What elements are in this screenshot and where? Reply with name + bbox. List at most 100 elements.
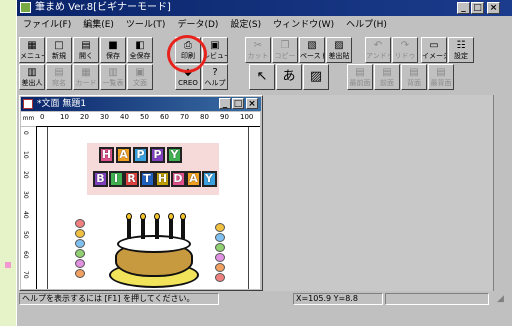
toolbar-button-label: リドゥ [394, 52, 416, 60]
candle-flame [168, 213, 174, 220]
toolbar-button-label: 差出人 [21, 79, 43, 87]
toolbar-button-label: 差出貼 [328, 52, 350, 60]
toolbar-button[interactable]: ▤ 最背面 [428, 64, 454, 90]
card-letter: Y [167, 147, 182, 163]
card2-icon: ▦ [81, 67, 91, 78]
toolbar-button[interactable]: ▦ カード [73, 64, 99, 90]
maximize-button[interactable]: □ [471, 2, 484, 14]
toolbar-button[interactable]: ↷ リドゥ [392, 37, 418, 63]
bead [215, 273, 225, 282]
backward-icon: ▤ [409, 67, 419, 78]
menu-item[interactable]: 編集(E) [77, 17, 120, 33]
toolbar-button-label: イメージ [422, 52, 446, 60]
toolbar-button[interactable]: ▤ 宛名 [46, 64, 72, 90]
bead [215, 243, 225, 252]
ruler-tick-label: 40 [120, 113, 129, 121]
toolbar-button[interactable]: ◧ 全保存 [127, 37, 153, 63]
menu-item[interactable]: ツール(T) [120, 17, 172, 33]
toolbar-button[interactable]: ☷ 設定 [448, 37, 474, 63]
toolbar-button[interactable]: あ [276, 64, 302, 90]
ruler-tick-label: 40 [22, 211, 29, 219]
save-all-icon: ◧ [135, 40, 145, 51]
toolbar-button[interactable]: ▤ 前面 [374, 64, 400, 90]
card-icon: ▤ [54, 67, 64, 78]
settings-icon: ☷ [456, 40, 466, 51]
back-icon: ▤ [436, 67, 446, 78]
card-letter: B [93, 171, 108, 187]
doc-close-button[interactable]: × [246, 98, 258, 109]
card-letter: D [170, 171, 186, 187]
secondary-toolbar: ▥ 差出人 ▤ 宛名 ▦ カード ▥ 一覧表 ▣ 文面 ◆ CREO? ヘルプ ↖ あ ▨ ▤ 最前面 ▤ 前面 ▤ 背面… [17, 64, 512, 90]
toolbar-button-label: ヘルプ [204, 79, 226, 87]
bead-string-left [75, 219, 85, 279]
toolbar-button[interactable]: ■ 保存 [100, 37, 126, 63]
document-window[interactable]: *文面 無題1 _ □ × mm 0 10 20 30 40 50 60 70 80 90 100 … [19, 95, 263, 299]
desktop-marker [5, 262, 11, 268]
toolbar-button[interactable]: ▤ 背面 [401, 64, 427, 90]
bead [215, 263, 225, 272]
card-letter: P [150, 147, 165, 163]
menu-icon: ▦ [27, 40, 37, 51]
close-button[interactable]: × [487, 2, 500, 14]
toolbar-button[interactable]: ▦メニュー [19, 37, 45, 63]
toolbar-button[interactable]: ▣ 文面 [127, 64, 153, 90]
bead [215, 253, 225, 262]
toolbar-button-label: CREO [178, 79, 198, 87]
toolbar-button[interactable]: ↖ [249, 64, 275, 90]
ruler-tick-label: 90 [220, 113, 229, 121]
picture-tool-icon: ▨ [309, 69, 323, 84]
toolbar-button[interactable]: ↶アンドゥ [365, 37, 391, 63]
toolbar-button-label: 前面 [380, 79, 394, 87]
menu-item[interactable]: ファイル(F) [17, 17, 77, 33]
bead [75, 239, 85, 248]
toolbar-button[interactable]: ▨ [303, 64, 329, 90]
resize-grip-icon[interactable]: ◢ [497, 293, 509, 305]
main-toolbar: ▦メニュー□新規▤開く■保存◧全保存⎙印刷▣レビュー✂カット❐コピー▧ペースト▨… [17, 37, 512, 63]
menu-item[interactable]: ウィンドウ(W) [267, 17, 340, 33]
toolbar-button[interactable]: ? ヘルプ [202, 64, 228, 90]
vertical-ruler: 01020304050607080 [21, 127, 37, 299]
menu-item[interactable]: ヘルプ(H) [340, 17, 393, 33]
doc-minimize-button[interactable]: _ [219, 98, 231, 109]
toolbar-button[interactable]: ▥ 差出人 [19, 64, 45, 90]
toolbar-button[interactable]: ▤ 最前面 [347, 64, 373, 90]
ruler-tick-label: 10 [60, 113, 69, 121]
menu-item[interactable]: 設定(S) [224, 17, 267, 33]
document-title-bar[interactable]: *文面 無題1 _ □ × [21, 97, 261, 111]
ruler-tick-label: 60 [22, 251, 29, 259]
sender-paste-icon: ▨ [334, 40, 344, 51]
toolbar-button[interactable]: ▨ 差出貼 [326, 37, 352, 63]
toolbar-button[interactable]: ▧ペースト [299, 37, 325, 63]
menu-item[interactable]: データ(D) [171, 17, 224, 33]
ruler-tick-label: 30 [22, 191, 29, 199]
toolbar-button[interactable]: ▥ 一覧表 [100, 64, 126, 90]
toolbar-button[interactable]: ▭イメージ [421, 37, 447, 63]
horizontal-ruler: 0 10 20 30 40 50 60 70 80 90 100 [36, 112, 260, 127]
toolbar-button[interactable]: ❐ コピー [272, 37, 298, 63]
status-coordinates: X=105.9 Y=8.8 [293, 293, 383, 305]
paste-icon: ▧ [307, 40, 317, 51]
vertical-scrollbar[interactable] [493, 95, 507, 291]
toolbar-button-label: 一覧表 [102, 79, 124, 87]
bead-string-right [215, 223, 225, 283]
minimize-button[interactable]: _ [457, 2, 470, 14]
toolbar-button[interactable]: □ 新規 [46, 37, 72, 63]
card-canvas[interactable]: HAPPYBIRTHDAY [37, 127, 260, 289]
toolbar-button-label: 全保存 [129, 52, 151, 60]
doc-maximize-button[interactable]: □ [232, 98, 244, 109]
toolbar-button-label: 新規 [52, 52, 66, 60]
document-icon [23, 99, 33, 109]
candle [155, 219, 159, 239]
card-letter: T [139, 171, 155, 187]
help-pointer-icon: ? [212, 67, 218, 78]
ruler-tick-label: 70 [180, 113, 189, 121]
front-icon: ▤ [355, 67, 365, 78]
toolbar-button[interactable]: ▤ 開く [73, 37, 99, 63]
title-bar: 筆まめ Ver.8[ビギナーモード] _ □ × [17, 0, 512, 16]
card-letter: A [116, 147, 131, 163]
save-disk-icon: ■ [108, 40, 118, 51]
candle-flame [126, 213, 132, 220]
toolbar-button-label: 背面 [407, 79, 421, 87]
toolbar-button[interactable]: ✂ カット [245, 37, 271, 63]
candle [181, 219, 185, 239]
